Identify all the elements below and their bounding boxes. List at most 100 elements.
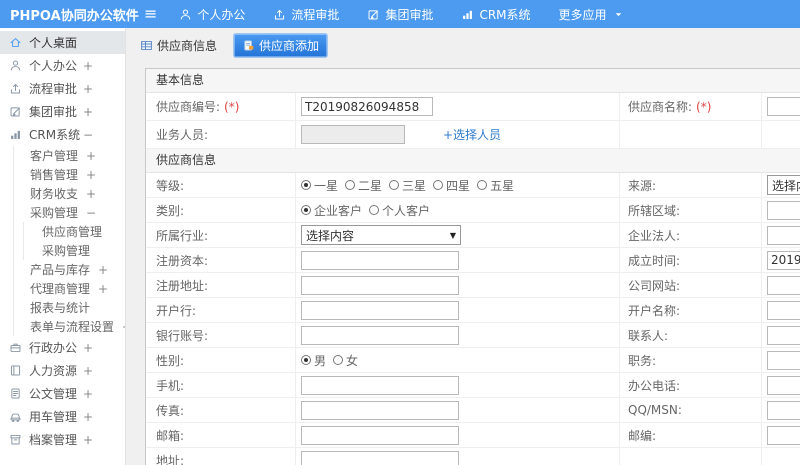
nav-item[interactable]: 更多应用 <box>559 6 625 23</box>
text-input[interactable] <box>767 200 800 220</box>
field-label-cell: 成立时间: <box>619 248 761 272</box>
expand-toggle-icon[interactable]: + <box>83 105 93 119</box>
edit-icon <box>368 9 379 19</box>
field-cell <box>761 298 800 322</box>
choose-person-link[interactable]: +选择人员 <box>443 126 501 143</box>
field-label: 性别: <box>156 353 185 368</box>
expand-toggle-icon[interactable]: − <box>86 206 96 220</box>
text-input[interactable] <box>767 400 800 420</box>
radio-option[interactable]: 男 <box>301 352 326 369</box>
nav-item[interactable]: 个人办公 <box>179 6 245 23</box>
nav-item[interactable]: 集团审批 <box>367 6 433 23</box>
sidebar-item[interactable]: 档案管理 + <box>0 428 125 451</box>
field-cell <box>761 273 800 297</box>
text-input[interactable] <box>301 300 459 320</box>
field-label: QQ/MSN: <box>628 403 682 417</box>
sidebar-item[interactable]: 供应商管理 <box>24 222 125 241</box>
field-label-cell: 供应商名称: (*) <box>619 93 761 120</box>
sidebar-item[interactable]: 采购管理 − <box>14 203 125 222</box>
field-cell <box>761 323 800 347</box>
expand-toggle-icon[interactable]: + <box>83 410 93 424</box>
sidebar-item[interactable]: 客户管理 + <box>14 146 125 165</box>
sidebar-item[interactable]: 集团审批 + <box>0 100 125 123</box>
expand-toggle-icon[interactable]: + <box>83 59 93 73</box>
sidebar-item-label: 流程审批 <box>29 82 78 96</box>
expand-toggle-icon[interactable]: + <box>83 341 93 355</box>
expand-toggle-icon[interactable]: + <box>83 364 93 378</box>
text-input[interactable] <box>767 300 800 320</box>
text-input[interactable] <box>767 97 800 116</box>
text-input[interactable] <box>767 425 800 445</box>
nav-item[interactable]: CRM系统 <box>461 6 531 23</box>
sidebar-item[interactable]: 个人办公 + <box>0 54 125 77</box>
text-input[interactable] <box>301 400 459 420</box>
text-input[interactable] <box>767 250 800 270</box>
radio-option[interactable]: 五星 <box>477 177 514 194</box>
field-label: 成立时间: <box>628 253 681 268</box>
radio-option[interactable]: 个人客户 <box>369 202 430 219</box>
text-input[interactable] <box>301 97 433 116</box>
expand-toggle-icon[interactable]: + <box>98 282 108 296</box>
sidebar-item[interactable]: 表单与流程设置+ <box>14 317 125 336</box>
text-input[interactable] <box>301 325 459 345</box>
radio-option[interactable]: 三星 <box>389 177 426 194</box>
form-row: 性别: 男女职务: <box>146 348 800 373</box>
sidebar-item[interactable]: 用车管理 + <box>0 405 125 428</box>
field-label: 地址: <box>156 453 185 465</box>
radio-option[interactable]: 二星 <box>345 177 382 194</box>
text-input[interactable] <box>767 350 800 370</box>
text-input[interactable] <box>301 425 459 445</box>
top-nav: 个人办公 流程审批 集团审批 CRM系统 更多应用 <box>179 6 652 23</box>
sidebar-item[interactable]: 财务收支 + <box>14 184 125 203</box>
expand-toggle-icon[interactable]: − <box>83 128 93 142</box>
doc-icon <box>11 388 20 399</box>
expand-toggle-icon[interactable]: + <box>86 187 96 201</box>
tab-supplier-info[interactable]: 供应商信息 <box>132 34 225 57</box>
table-icon <box>141 40 152 50</box>
sidebar-item[interactable]: 销售管理 + <box>14 165 125 184</box>
expand-toggle-icon[interactable]: + <box>86 149 96 163</box>
select-dropdown[interactable]: 选择内容▼ <box>767 175 800 195</box>
expand-toggle-icon[interactable]: + <box>83 82 93 96</box>
nav-item[interactable]: 流程审批 <box>273 6 339 23</box>
text-input[interactable] <box>767 275 800 295</box>
form-row: 地址: <box>146 448 800 465</box>
text-input[interactable] <box>301 450 459 465</box>
sidebar-item[interactable]: 公文管理 + <box>0 382 125 405</box>
sidebar-item[interactable]: 行政办公 + <box>0 336 125 359</box>
sidebar-item[interactable]: 报表与统计 <box>14 298 125 317</box>
text-input[interactable] <box>301 125 405 144</box>
hamburger-menu-icon[interactable]: ≡ <box>144 0 157 28</box>
sidebar-item[interactable]: 人力资源 + <box>0 359 125 382</box>
radio-option[interactable]: 四星 <box>433 177 470 194</box>
field-label: 邮编: <box>628 428 657 443</box>
expand-toggle-icon[interactable]: + <box>83 387 93 401</box>
text-input[interactable] <box>767 325 800 345</box>
required-marker: (*) <box>696 99 712 114</box>
text-input[interactable] <box>767 375 800 395</box>
sidebar-item[interactable]: 产品与库存 + <box>14 260 125 279</box>
sidebar-item[interactable]: 流程审批 + <box>0 77 125 100</box>
sidebar-item[interactable]: 代理商管理 + <box>14 279 125 298</box>
sidebar-item-label: 采购管理 <box>30 206 79 220</box>
field-label-cell: 注册地址: <box>146 273 295 297</box>
radio-option[interactable]: 一星 <box>301 177 338 194</box>
field-cell <box>761 121 800 148</box>
expand-toggle-icon[interactable]: + <box>98 263 108 277</box>
expand-toggle-icon[interactable]: + <box>83 433 93 447</box>
sidebar-item[interactable]: 个人桌面 <box>0 31 125 54</box>
text-input[interactable] <box>301 250 459 270</box>
form-row: 类别: 企业客户 个人客户 所辖区域: <box>146 198 800 223</box>
tab-supplier-add[interactable]: 供应商添加 <box>233 32 329 58</box>
form-section-header: 供应商信息 <box>146 149 800 173</box>
radio-label: 五星 <box>490 178 515 193</box>
expand-toggle-icon[interactable]: + <box>86 168 96 182</box>
text-input[interactable] <box>767 225 800 245</box>
text-input[interactable] <box>301 375 459 395</box>
select-dropdown[interactable]: 选择内容▼ <box>301 225 461 245</box>
radio-option[interactable]: 企业客户 <box>301 202 362 219</box>
sidebar-item[interactable]: 采购管理 <box>24 241 125 260</box>
text-input[interactable] <box>301 275 459 295</box>
radio-option[interactable]: 女 <box>333 352 358 369</box>
sidebar-item[interactable]: CRM系统 − <box>0 123 125 146</box>
